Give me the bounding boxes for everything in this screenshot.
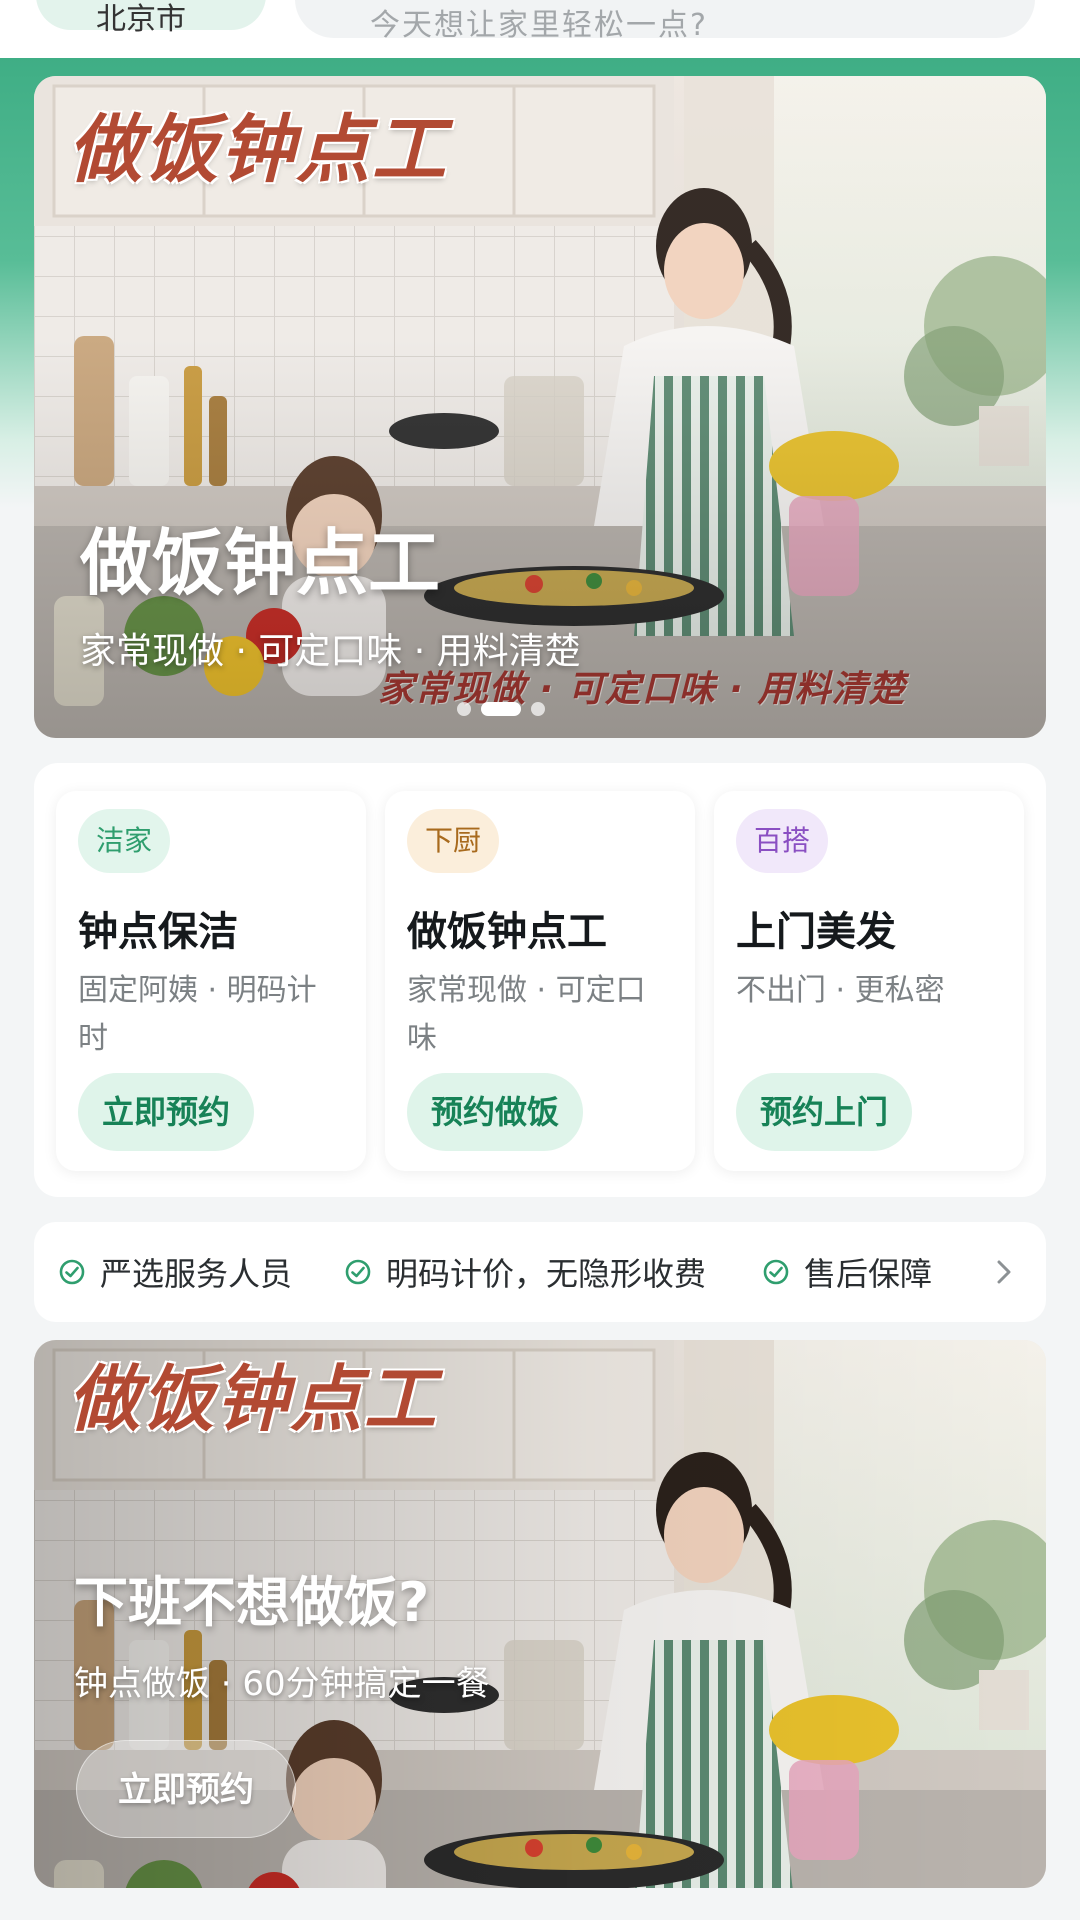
banner-logo-text: 做饭钟点工 — [68, 107, 448, 193]
service-card-cooking[interactable]: 下厨 做饭钟点工 家常现做 · 可定口味 预约做饭 — [385, 791, 695, 1171]
guarantee-item: 明码计价，无隐形收费 — [344, 1222, 706, 1322]
banner-title: 下班不想做饭? — [74, 1571, 430, 1634]
check-circle-icon — [345, 1259, 371, 1285]
check-circle-icon — [763, 1259, 789, 1285]
service-description: 固定阿姨 · 明码计时 — [78, 973, 317, 1056]
carousel-dot-active[interactable] — [481, 702, 521, 716]
search-placeholder: 今天想让家里轻松一点? — [370, 8, 708, 43]
service-title: 做饭钟点工 — [407, 909, 607, 955]
service-badge: 洁家 — [78, 809, 171, 873]
guarantee-label: 售后保障 — [804, 1255, 933, 1293]
guarantee-label: 明码计价，无隐形收费 — [386, 1255, 707, 1293]
secondary-promo-banner[interactable]: 做饭钟点工 下班不想做饭? 钟点做饭 · 60分钟搞定一餐 立即预约 — [34, 1340, 1046, 1888]
guarantee-label: 严选服务人员 — [100, 1255, 293, 1293]
banner-subtitle: 钟点做饭 · 60分钟搞定一餐 — [74, 1664, 490, 1704]
book-home-visit-button[interactable]: 预约上门 — [736, 1073, 913, 1151]
banner-logo-text: 做饭钟点工 — [68, 1357, 439, 1441]
chevron-right-icon[interactable] — [986, 1254, 1022, 1290]
carousel-dot[interactable] — [531, 702, 545, 716]
guarantee-bar[interactable]: 严选服务人员 明码计价，无隐形收费 售后保障 — [34, 1222, 1046, 1322]
service-badge: 下厨 — [407, 809, 500, 873]
city-label: 北京市 — [96, 2, 186, 37]
service-cards-panel: 洁家 钟点保洁 固定阿姨 · 明码计时 立即预约 下厨 做饭钟点工 家常现做 ·… — [34, 763, 1046, 1197]
service-description: 不出门 · 更私密 — [736, 973, 945, 1008]
service-title: 上门美发 — [736, 909, 896, 955]
guarantee-item: 售后保障 — [762, 1222, 932, 1322]
service-badge: 百搭 — [736, 809, 829, 873]
city-selector[interactable]: 北京市 — [36, 0, 266, 37]
search-input[interactable]: 今天想让家里轻松一点? — [295, 0, 1035, 43]
book-now-button[interactable]: 立即预约 — [76, 1740, 296, 1838]
service-card-cleaning[interactable]: 洁家 钟点保洁 固定阿姨 · 明码计时 立即预约 — [56, 791, 366, 1171]
service-card-hair[interactable]: 百搭 上门美发 不出门 · 更私密 预约上门 — [714, 791, 1024, 1171]
carousel-dot[interactable] — [457, 702, 471, 716]
main-promo-banner[interactable]: 做饭钟点工 做饭钟点工 家常现做 · 可定口味 · 用料清楚 家常现做 · 可定… — [34, 76, 1046, 738]
banner-title: 做饭钟点工 — [80, 521, 441, 605]
service-description: 家常现做 · 可定口味 — [407, 973, 646, 1056]
check-circle-icon — [59, 1259, 85, 1285]
guarantee-item: 严选服务人员 — [58, 1222, 292, 1322]
service-title: 钟点保洁 — [78, 909, 238, 955]
book-cooking-button[interactable]: 预约做饭 — [407, 1073, 584, 1151]
top-bar: 北京市 今天想让家里轻松一点? — [0, 0, 1080, 58]
carousel-indicator — [457, 702, 545, 716]
book-now-button[interactable]: 立即预约 — [78, 1073, 255, 1151]
